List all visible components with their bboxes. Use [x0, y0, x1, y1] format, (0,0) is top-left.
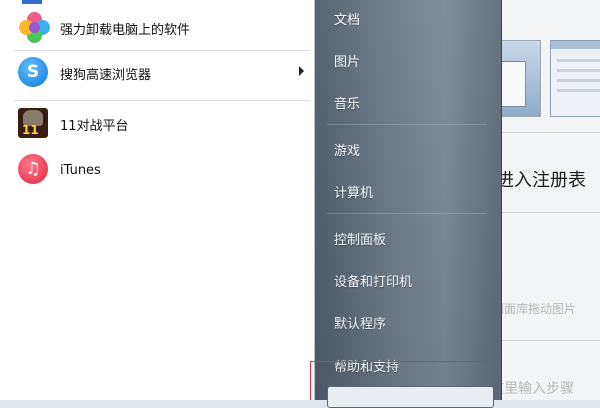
place-pictures[interactable]: 图片: [334, 51, 360, 70]
flower-app-icon: [18, 12, 50, 44]
submenu-arrow-icon[interactable]: [299, 66, 304, 76]
program-label: iTunes: [60, 162, 101, 178]
place-documents[interactable]: 文档: [334, 9, 360, 28]
background-window: 进入注册表 侧面库拖动图片 这里输入步骤: [495, 0, 600, 400]
program-label: 搜狗高速浏览器: [60, 67, 152, 83]
place-games[interactable]: 游戏: [334, 140, 360, 159]
start-menu-programs-pane: 强力卸载电脑上的软件 S 搜狗高速浏览器 11 11对战平台 ♫ iTunes: [0, 0, 315, 400]
program-item-uninstaller[interactable]: 强力卸载电脑上的软件: [10, 8, 308, 48]
sogou-browser-icon: S: [18, 57, 50, 89]
program-item-itunes[interactable]: ♫ iTunes: [10, 150, 308, 190]
step-heading: 进入注册表: [496, 170, 586, 191]
11-platform-icon: 11: [18, 108, 50, 140]
highlight-annotation-box: [310, 361, 500, 400]
start-menu-places-pane: 文档 图片 音乐 游戏 计算机 控制面板 设备和打印机 默认程序 帮助和支持: [315, 0, 502, 400]
place-music[interactable]: 音乐: [334, 93, 360, 112]
screenshot-thumbnail: [550, 40, 600, 117]
place-default-programs[interactable]: 默认程序: [334, 313, 386, 332]
program-item-11-platform[interactable]: 11 11对战平台: [10, 104, 308, 144]
program-label: 11对战平台: [60, 118, 129, 134]
step-hint-text: 侧面库拖动图片: [495, 302, 577, 316]
place-devices-printers[interactable]: 设备和打印机: [334, 271, 412, 290]
place-computer[interactable]: 计算机: [334, 182, 373, 201]
place-control-panel[interactable]: 控制面板: [334, 229, 386, 248]
program-label: 强力卸载电脑上的软件: [60, 22, 191, 38]
itunes-icon: ♫: [18, 154, 50, 186]
step-input-placeholder: 这里输入步骤: [495, 381, 574, 397]
partial-program-icon: [22, 0, 42, 4]
program-item-sogou-browser[interactable]: S 搜狗高速浏览器: [10, 53, 308, 93]
